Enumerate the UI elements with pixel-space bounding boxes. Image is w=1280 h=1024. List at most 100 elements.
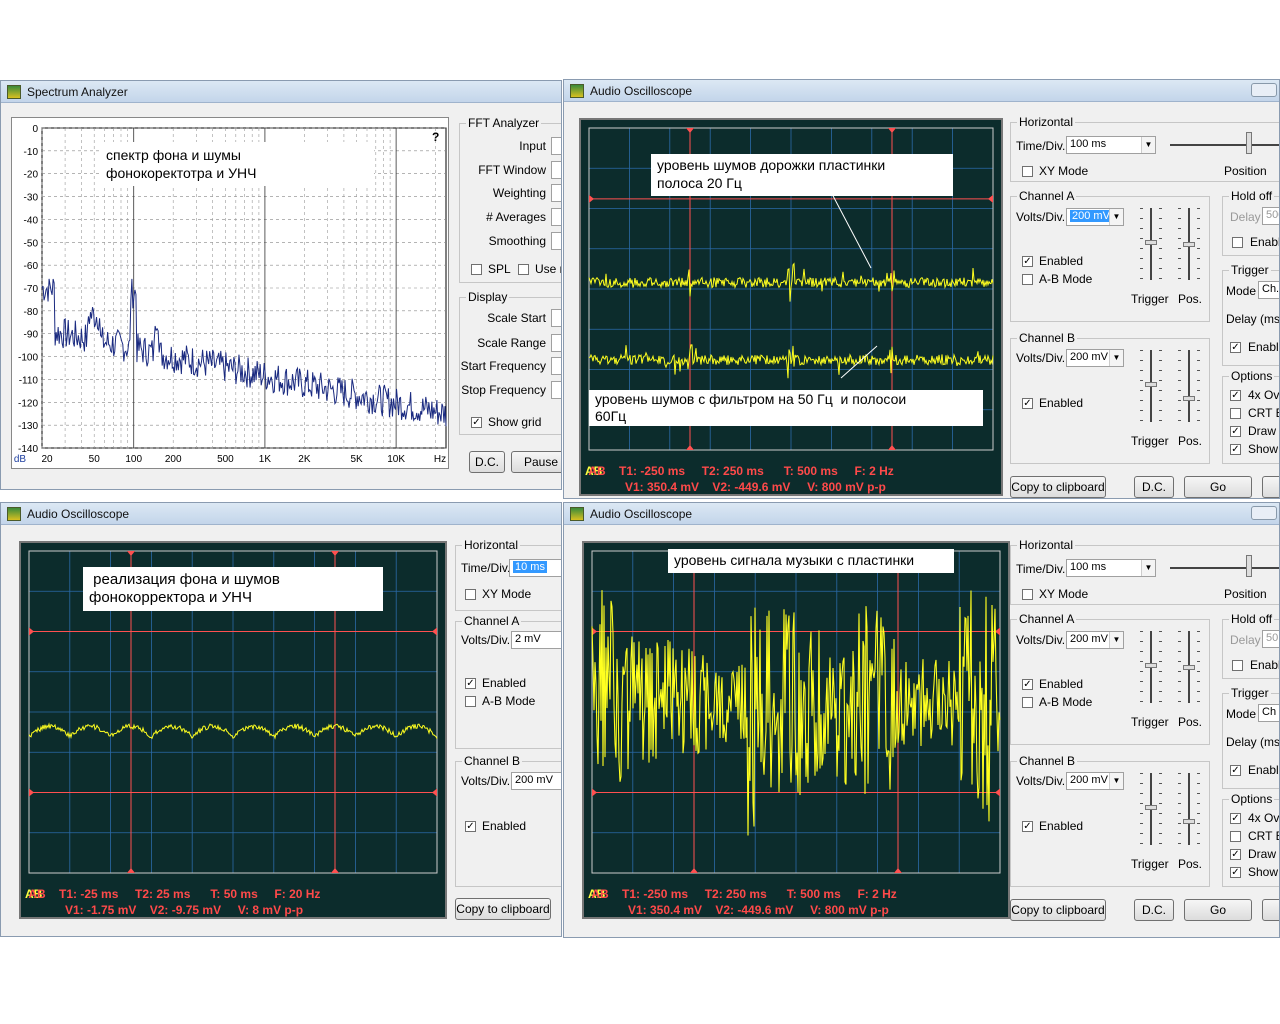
volts-a-select[interactable]: 2 mV [511, 631, 561, 649]
position-slider-track[interactable] [1170, 567, 1279, 569]
position-slider-thumb[interactable] [1246, 555, 1252, 577]
trigger-mode-select[interactable]: Ch. [1258, 281, 1279, 299]
xy-mode-checkbox[interactable] [1022, 589, 1033, 600]
volts-b-select[interactable]: 200 mV [511, 772, 561, 790]
xy-mode-checkbox[interactable] [1022, 166, 1033, 177]
slider-tick [1159, 208, 1162, 209]
slider-thumb[interactable] [1145, 382, 1157, 387]
cursor-marker[interactable] [589, 194, 594, 203]
display-row-input[interactable] [551, 309, 561, 327]
position-b-slider[interactable] [1188, 350, 1190, 422]
cursor-marker[interactable] [29, 627, 34, 636]
cursor-marker[interactable] [988, 194, 993, 203]
option-checkbox[interactable]: ✓ [1230, 867, 1241, 878]
minimize-button[interactable] [1251, 506, 1277, 520]
channel-a-enabled-checkbox[interactable]: ✓ [1022, 679, 1033, 690]
go-button[interactable]: Go [1184, 476, 1252, 498]
trigger-enable-checkbox[interactable]: ✓ [1230, 765, 1241, 776]
volts-b-select[interactable]: 200 mV ▼ [1066, 772, 1124, 790]
dc-button[interactable]: D.C. [1134, 899, 1174, 921]
channel-b-enabled-checkbox[interactable]: ✓ [1022, 821, 1033, 832]
timediv-select[interactable]: 100 ms ▼ [1066, 136, 1156, 154]
display-row-input[interactable] [551, 334, 561, 352]
slider-thumb[interactable] [1145, 240, 1157, 245]
pause-button[interactable]: Pause [511, 451, 561, 473]
title-bar[interactable]: Audio Oscilloscope [564, 503, 1279, 525]
position-b-slider[interactable] [1188, 773, 1190, 845]
fft-row-select[interactable] [551, 208, 561, 226]
cursor-marker[interactable] [690, 868, 698, 873]
ab-mode-checkbox[interactable] [465, 696, 476, 707]
cursor-marker[interactable] [888, 445, 896, 450]
holdoff-enable-checkbox[interactable] [1232, 237, 1243, 248]
cursor-marker[interactable] [29, 788, 34, 797]
dc-button[interactable]: D.C. [1134, 476, 1174, 498]
cursor-marker[interactable] [127, 551, 135, 556]
ab-mode-checkbox[interactable] [1022, 274, 1033, 285]
volts-b-select[interactable]: 200 mV ▼ [1066, 349, 1124, 367]
option-checkbox[interactable] [1230, 831, 1241, 842]
title-bar[interactable]: Audio Oscilloscope [1, 503, 561, 525]
fft-row-select[interactable] [551, 184, 561, 202]
slider-thumb[interactable] [1183, 665, 1195, 670]
trigger-mode-select[interactable]: Ch [1258, 704, 1279, 722]
volts-a-select[interactable]: 200 mV ▼ [1066, 208, 1124, 226]
cursor-marker[interactable] [995, 788, 1000, 797]
cursor-marker[interactable] [686, 128, 694, 133]
slider-thumb[interactable] [1183, 396, 1195, 401]
slider-thumb[interactable] [1183, 819, 1195, 824]
cursor-marker[interactable] [888, 128, 896, 133]
dc-button[interactable]: D.C. [469, 451, 505, 473]
slider-thumb[interactable] [1183, 242, 1195, 247]
option-checkbox[interactable]: ✓ [1230, 813, 1241, 824]
use-checkbox[interactable] [518, 264, 529, 275]
trigger-enable-checkbox[interactable]: ✓ [1230, 342, 1241, 353]
copy-to-clipboard-button[interactable]: Copy to clipboard [1010, 899, 1106, 921]
show-grid-checkbox[interactable]: ✓ [471, 417, 482, 428]
extra-button[interactable] [1262, 899, 1279, 921]
option-checkbox[interactable]: ✓ [1230, 390, 1241, 401]
channel-a-enabled-checkbox[interactable]: ✓ [1022, 256, 1033, 267]
cursor-marker[interactable] [127, 868, 135, 873]
display-row-input[interactable] [551, 357, 561, 375]
ab-mode-checkbox[interactable] [1022, 697, 1033, 708]
help-icon[interactable]: ? [432, 130, 439, 144]
volts-a-select[interactable]: 200 mV ▼ [1066, 631, 1124, 649]
minimize-button[interactable] [1251, 83, 1277, 97]
title-bar[interactable]: Audio Oscilloscope [564, 80, 1279, 102]
cursor-marker[interactable] [432, 627, 437, 636]
fft-row-select[interactable] [551, 137, 561, 155]
delay-input[interactable]: 50 [1262, 630, 1279, 648]
channel-a-enabled-checkbox[interactable]: ✓ [465, 678, 476, 689]
fft-row-select[interactable] [551, 232, 561, 250]
cursor-marker[interactable] [331, 551, 339, 556]
display-row-input[interactable] [551, 381, 561, 399]
go-button[interactable]: Go [1184, 899, 1252, 921]
cursor-marker[interactable] [592, 788, 597, 797]
title-bar[interactable]: Spectrum Analyzer [1, 81, 561, 103]
position-slider-track[interactable] [1170, 144, 1279, 146]
timediv-select[interactable]: 10 ms [509, 559, 561, 577]
timediv-select[interactable]: 100 ms ▼ [1066, 559, 1156, 577]
option-checkbox[interactable]: ✓ [1230, 444, 1241, 455]
position-slider-thumb[interactable] [1246, 132, 1252, 154]
option-checkbox[interactable] [1230, 408, 1241, 419]
extra-button[interactable] [1262, 476, 1279, 498]
channel-b-enabled-checkbox[interactable]: ✓ [1022, 398, 1033, 409]
delay-input[interactable]: 500 [1262, 207, 1279, 225]
cursor-marker[interactable] [894, 868, 902, 873]
option-checkbox[interactable]: ✓ [1230, 849, 1241, 860]
fft-row-select[interactable] [551, 161, 561, 179]
option-checkbox[interactable]: ✓ [1230, 426, 1241, 437]
cursor-marker[interactable] [432, 788, 437, 797]
slider-thumb[interactable] [1145, 663, 1157, 668]
spl-checkbox[interactable] [471, 264, 482, 275]
cursor-marker[interactable] [331, 868, 339, 873]
xy-mode-checkbox[interactable] [465, 589, 476, 600]
slider-thumb[interactable] [1145, 805, 1157, 810]
cursor-marker[interactable] [686, 445, 694, 450]
holdoff-enable-checkbox[interactable] [1232, 660, 1243, 671]
channel-b-enabled-checkbox[interactable]: ✓ [465, 821, 476, 832]
copy-to-clipboard-button[interactable]: Copy to clipboard [1010, 476, 1106, 498]
copy-to-clipboard-button[interactable]: Copy to clipboard [455, 898, 551, 920]
